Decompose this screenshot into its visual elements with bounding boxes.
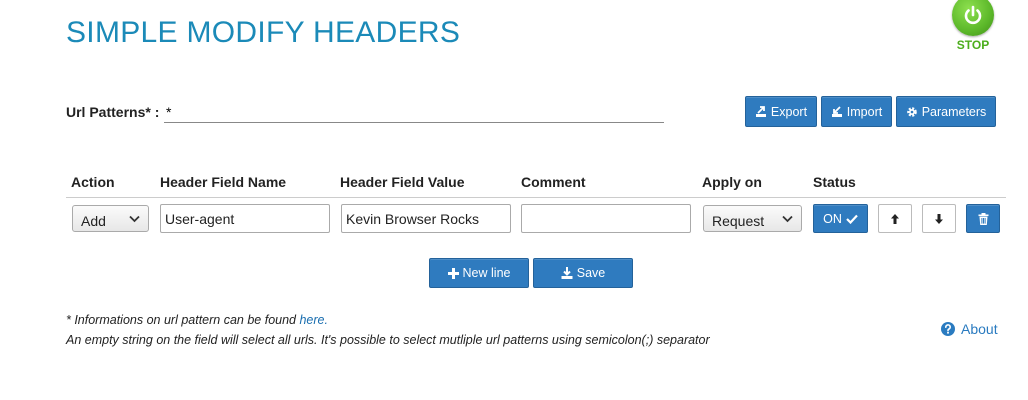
move-down-button[interactable]	[922, 204, 956, 233]
move-up-button[interactable]	[878, 204, 912, 233]
gear-icon	[906, 106, 917, 117]
about-link[interactable]: About	[941, 321, 998, 337]
empty-string-note: An empty string on the field will select…	[66, 333, 710, 347]
header-field-name-input[interactable]	[160, 204, 330, 233]
power-icon	[964, 5, 982, 25]
url-pattern-note: * Informations on url pattern can be fou…	[66, 313, 328, 327]
url-patterns-input[interactable]	[164, 102, 664, 123]
chevron-down-icon	[129, 215, 140, 222]
parameters-button[interactable]: Parameters	[896, 96, 996, 127]
export-icon	[755, 105, 766, 117]
import-icon	[831, 105, 842, 117]
plus-icon	[447, 267, 459, 279]
apply-on-select-value: Request	[712, 212, 765, 229]
column-header-status: Status	[813, 174, 856, 190]
page-title: SIMPLE MODIFY HEADERS	[66, 16, 461, 49]
column-header-action: Action	[71, 174, 115, 190]
stop-label: STOP	[956, 38, 990, 52]
arrow-down-icon	[935, 213, 943, 224]
url-patterns-label: Url Patterns* :	[66, 104, 160, 120]
url-pattern-note-text: * Informations on url pattern can be fou…	[66, 313, 300, 327]
status-toggle-button[interactable]: ON	[813, 204, 868, 233]
download-icon	[561, 267, 573, 279]
stop-button[interactable]: STOP	[950, 0, 996, 56]
column-header-field-value: Header Field Value	[340, 174, 465, 190]
parameters-label: Parameters	[921, 104, 987, 119]
new-line-label: New line	[462, 266, 511, 280]
delete-row-button[interactable]	[966, 204, 1000, 233]
save-button[interactable]: Save	[533, 258, 633, 288]
save-label: Save	[576, 266, 606, 280]
question-circle-icon	[941, 322, 955, 336]
column-header-field-name: Header Field Name	[160, 174, 287, 190]
arrow-up-icon	[891, 213, 899, 224]
url-pattern-help-link[interactable]: here.	[299, 313, 328, 327]
check-icon	[846, 214, 858, 224]
chevron-down-icon	[782, 215, 793, 222]
import-label: Import	[846, 104, 883, 119]
export-button[interactable]: Export	[745, 96, 817, 127]
action-select-value: Add	[81, 212, 106, 229]
new-line-button[interactable]: New line	[429, 258, 529, 288]
header-field-value-input[interactable]	[341, 204, 511, 233]
comment-input[interactable]	[521, 204, 691, 233]
apply-on-select[interactable]: Request	[703, 205, 802, 232]
action-select[interactable]: Add	[72, 205, 149, 232]
import-button[interactable]: Import	[821, 96, 892, 127]
column-header-apply-on: Apply on	[702, 174, 762, 190]
trash-icon	[978, 212, 988, 225]
status-label: ON	[823, 211, 842, 226]
about-label: About	[961, 321, 998, 337]
export-label: Export	[770, 104, 808, 119]
table-header-divider	[66, 197, 1006, 198]
column-header-comment: Comment	[521, 174, 586, 190]
